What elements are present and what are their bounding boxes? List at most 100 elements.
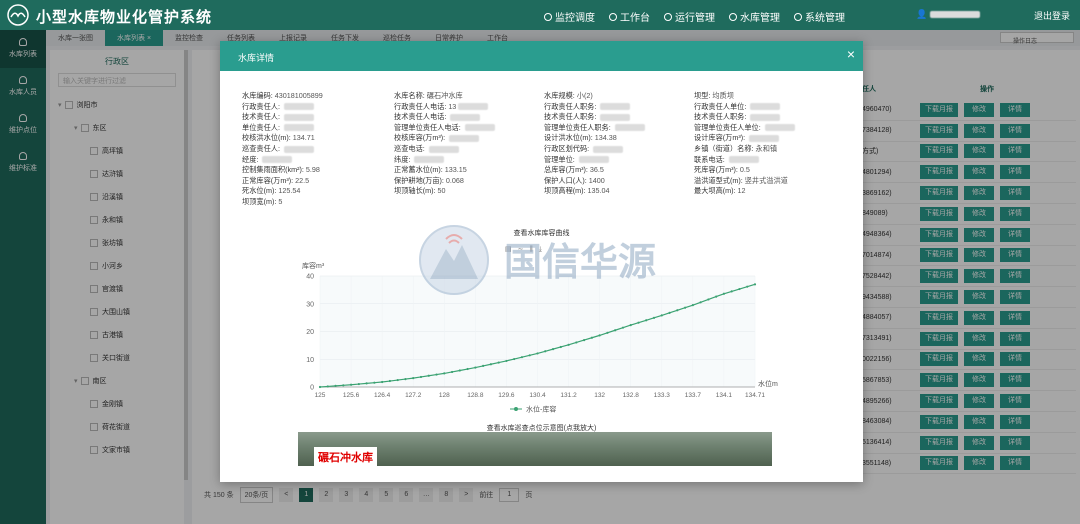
data-point [652, 316, 656, 319]
info-label: 保护耕地(万亩): [394, 175, 444, 185]
info-label: 巡查电话: [394, 143, 425, 153]
data-point [730, 290, 733, 293]
run-icon [664, 12, 672, 21]
info-field: 联系电话: [694, 155, 844, 166]
info-field: 技术责任人: [242, 112, 392, 123]
info-value: 430181005899 [274, 91, 323, 100]
info-label: 纬度: [394, 154, 411, 164]
data-point [559, 345, 562, 349]
redacted-value [593, 145, 624, 153]
redacted-value [428, 145, 459, 153]
data-point [691, 304, 694, 307]
info-field: 死水位(m): 125.54 [242, 186, 392, 197]
x-tick-label: 132 [594, 392, 605, 399]
info-label: 管理单位: [544, 154, 575, 164]
info-field: 水库编码: 430181005899 [242, 91, 392, 102]
info-value: 133.15 [444, 165, 467, 175]
info-field: 行政责任人职务: [544, 102, 694, 113]
info-field: 正常蓄水位(m): 133.15 [394, 165, 544, 176]
top-nav-item-0[interactable]: 监控调度 [544, 9, 595, 24]
top-nav-item-2[interactable]: 运行管理 [664, 9, 715, 24]
top-nav-label: 工作台 [620, 13, 650, 24]
data-point [621, 326, 625, 329]
reservoir-icon [729, 12, 737, 21]
data-point [489, 363, 492, 366]
data-point [598, 334, 601, 337]
info-label: 行政责任人单位: [694, 101, 747, 111]
y-tick-label: 0 [310, 385, 314, 392]
data-point [738, 287, 741, 291]
info-label: 坝型: [694, 91, 711, 100]
x-tick-label: 132.8 [623, 392, 640, 399]
data-point [443, 372, 446, 375]
redacted-value [414, 156, 445, 164]
legend-label[interactable]: 水位-库容 [526, 405, 556, 414]
data-point [458, 369, 461, 372]
data-point [645, 319, 648, 322]
user-icon: 👤 [916, 9, 928, 19]
data-point [590, 336, 593, 339]
info-field: 校核库容(万m³): [394, 133, 544, 144]
info-label: 行政责任人职务: [544, 101, 597, 111]
top-nav-item-4[interactable]: 系统管理 [794, 9, 845, 24]
monitor-icon [544, 12, 552, 21]
data-point [544, 350, 547, 353]
photo-label: 碾石冲水库 [314, 447, 377, 466]
x-tick-label: 134.1 [716, 392, 733, 399]
info-field: 水库规模: 小(2) [544, 91, 694, 102]
info-value: 小(2) [576, 91, 593, 100]
patrol-points-photo[interactable]: 碾石冲水库 [298, 432, 772, 466]
info-label: 单位责任人: [242, 122, 280, 132]
info-value: 永和镇 [755, 143, 778, 153]
modal-title: 水库详情 [238, 53, 275, 63]
x-tick-label: 126.4 [374, 392, 391, 399]
top-nav-item-1[interactable]: 工作台 [609, 9, 650, 24]
top-nav-item-3[interactable]: 水库管理 [729, 9, 780, 24]
y-tick-label: 30 [306, 301, 314, 308]
data-point [629, 324, 632, 327]
user-menu[interactable]: 👤 [916, 9, 980, 20]
redacted-value [749, 134, 780, 142]
info-label: 正常库容(万m³): [242, 175, 294, 185]
data-point [676, 309, 679, 312]
info-field: 乡镇（街道）名称: 永和镇 [694, 144, 844, 155]
data-point [536, 352, 539, 355]
info-label: 行政责任人电话: [394, 101, 447, 111]
top-nav: 监控调度 工作台 运行管理 水库管理 系统管理 [544, 9, 845, 24]
gear-icon [794, 12, 802, 21]
info-label: 坝顶轴长(m): [394, 186, 436, 196]
info-field: 坝顶轴长(m): 50 [394, 186, 544, 197]
data-point [326, 385, 329, 388]
x-tick-label: 134.71 [745, 392, 765, 399]
data-point [318, 385, 322, 389]
info-field: 巡查电话: [394, 144, 544, 155]
info-value: 50 [437, 186, 446, 196]
close-icon[interactable]: × [847, 47, 855, 61]
info-value: 12 [737, 186, 746, 196]
info-field: 坝型: 均质坝 [694, 91, 844, 102]
redacted-value [750, 113, 781, 121]
logout-link[interactable]: 退出登录 [1034, 9, 1070, 22]
data-point [482, 364, 485, 368]
redacted-value [464, 124, 495, 132]
top-bar: 小型水库物业化管护系统 监控调度 工作台 运行管理 水库管理 系统管理 👤 退出登录 [0, 0, 1080, 30]
info-value: 36.5 [589, 165, 604, 175]
data-point [614, 329, 617, 332]
info-field: 保护耕地(万亩): 0.068 [394, 176, 544, 187]
info-field: 正常库容(万m³): 22.5 [242, 176, 392, 187]
info-label: 设计库容(万m³): [694, 133, 746, 143]
info-value: 1400 [588, 175, 605, 185]
info-field: 坝顶高程(m): 135.04 [544, 186, 694, 197]
redacted-value [764, 124, 795, 132]
watermark-text: 国信华源 [504, 240, 656, 284]
data-point [388, 379, 392, 383]
info-field: 管理单位责任人单位: [694, 123, 844, 134]
logo-icon [7, 4, 29, 26]
data-point [528, 354, 531, 357]
info-field: 行政责任人: [242, 102, 392, 113]
data-point [349, 383, 353, 386]
top-nav-label: 水库管理 [740, 13, 780, 24]
info-label: 坝顶高程(m): [544, 186, 586, 196]
data-point [357, 382, 360, 386]
modal-header: 水库详情 × [220, 41, 863, 71]
